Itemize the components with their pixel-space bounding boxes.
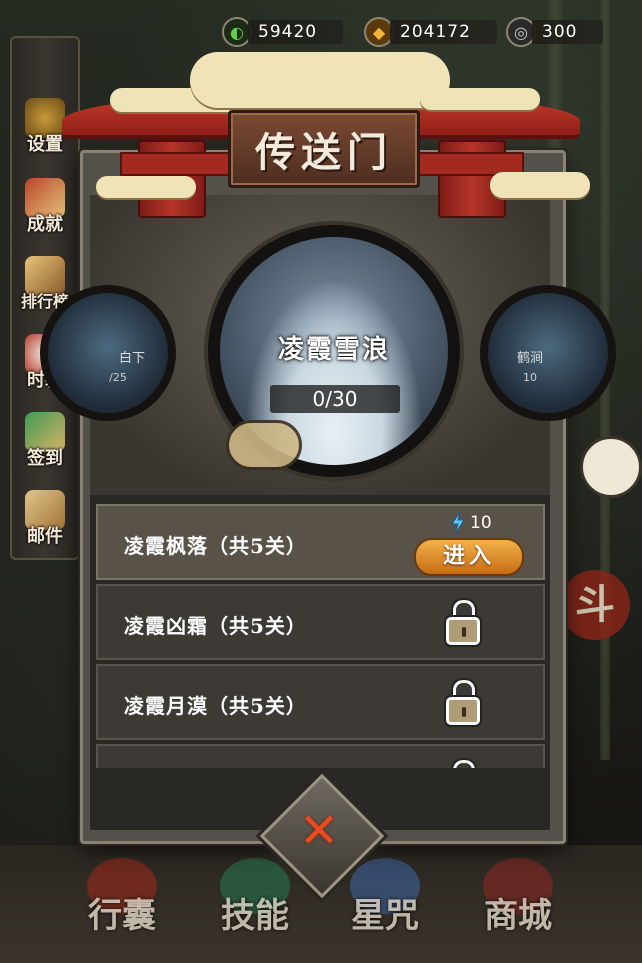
level-row: 凌霞月漠（共5关） <box>96 664 545 740</box>
level-row: 凌霞凶霜（共5关） <box>96 584 545 660</box>
level-list[interactable]: 凌霞枫落（共5关） 10 进入 凌霞凶霜（共5关） 凌霞月漠（共5关） <box>96 500 545 768</box>
resource-value: 300 <box>532 20 604 44</box>
menu-label: 成就 <box>27 214 63 235</box>
cloud-ornament <box>226 420 302 470</box>
resource-coin: ◆ 204172 <box>364 16 497 48</box>
lock-icon <box>446 680 480 726</box>
lock-icon <box>446 760 480 768</box>
stage-name: 凌霞雪浪 <box>277 335 390 365</box>
lightning-icon <box>451 512 465 534</box>
cloud-ornament <box>420 88 540 110</box>
menu-mail[interactable]: 邮件 <box>14 490 76 560</box>
level-row: 凌霞枫落（共5关） 10 进入 <box>96 504 545 580</box>
modal-title: 传送门 <box>255 129 393 176</box>
resource-value: 59420 <box>248 20 344 44</box>
energy-cost-value: 10 <box>470 513 492 533</box>
carousel-mask-left <box>0 285 90 425</box>
level-name: 凌霞月漠（共5关） <box>124 694 307 718</box>
menu-achievements[interactable]: 成就 <box>14 178 76 248</box>
menu-label: 邮件 <box>27 526 63 547</box>
level-row <box>96 744 545 768</box>
cloud-ornament <box>96 176 196 198</box>
bottom-shop[interactable]: 商城 <box>468 858 568 937</box>
bottom-skill[interactable]: 技能 <box>205 858 305 937</box>
stage-progress: 10 <box>523 371 537 384</box>
level-name: 凌霞枫落（共5关） <box>124 534 307 558</box>
lock-icon <box>446 600 480 646</box>
character-avatar-button[interactable] <box>580 436 642 498</box>
modal-title-board: 传送门 <box>228 110 420 188</box>
bottom-label: 行囊 <box>88 896 156 936</box>
bottom-label: 星咒 <box>351 896 419 936</box>
next-stage-card[interactable]: 鹤涧 10 <box>480 285 616 421</box>
stage-progress: 0/30 <box>270 385 400 413</box>
stage-name: 鹤涧 <box>516 351 543 366</box>
enter-button[interactable]: 进入 <box>414 538 524 576</box>
cloud-ornament <box>190 52 450 108</box>
battle-button[interactable]: 斗 <box>560 570 630 640</box>
resource-swirl: ◎ 300 <box>506 16 604 48</box>
energy-cost: 10 <box>450 512 492 534</box>
level-name: 凌霞凶霜（共5关） <box>124 614 307 638</box>
bottom-bag[interactable]: 行囊 <box>72 858 172 937</box>
resource-jade: ◐ 59420 <box>222 16 344 48</box>
bottom-label: 技能 <box>221 896 289 936</box>
cloud-ornament <box>490 172 590 198</box>
resource-value: 204172 <box>390 20 497 44</box>
menu-label: 签到 <box>27 448 63 469</box>
close-button[interactable]: ✕ <box>293 805 345 857</box>
bottom-label: 商城 <box>484 896 552 936</box>
